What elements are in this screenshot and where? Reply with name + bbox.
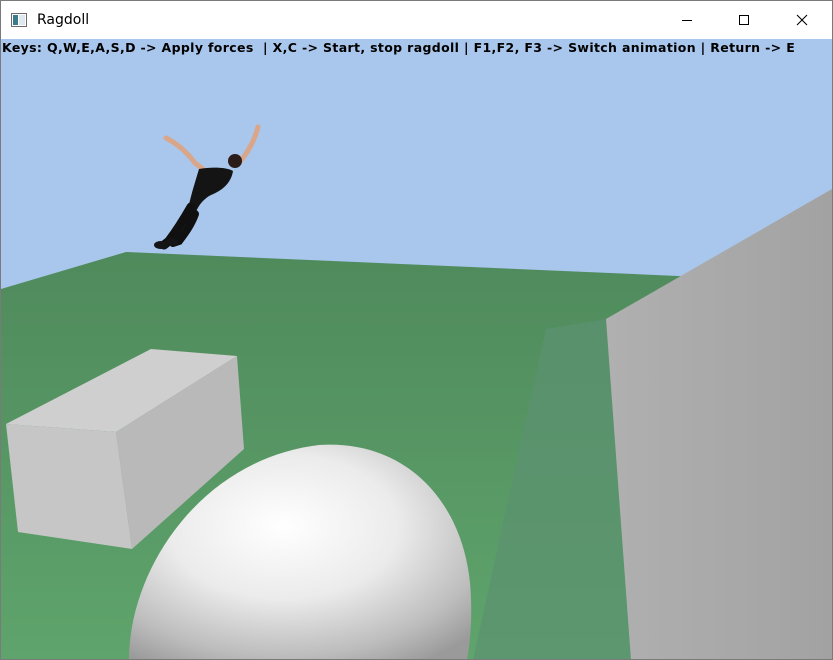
maximize-icon xyxy=(738,11,750,30)
scene-canvas xyxy=(1,39,832,659)
hud-keys-help: Keys: Q,W,E,A,S,D -> Apply forces | X,C … xyxy=(2,40,796,55)
close-button[interactable] xyxy=(779,1,825,39)
minimize-icon xyxy=(681,11,693,30)
close-icon xyxy=(796,11,808,30)
app-window: Ragdoll Keys: Q,W,E,A,S,D -> Apply force… xyxy=(0,0,833,660)
window-title: Ragdoll xyxy=(37,12,90,28)
minimize-button[interactable] xyxy=(664,1,710,39)
title-bar[interactable]: Ragdoll xyxy=(1,1,832,39)
3d-viewport[interactable]: Keys: Q,W,E,A,S,D -> Apply forces | X,C … xyxy=(1,39,832,659)
app-window-icon xyxy=(11,12,27,27)
maximize-button[interactable] xyxy=(721,1,767,39)
